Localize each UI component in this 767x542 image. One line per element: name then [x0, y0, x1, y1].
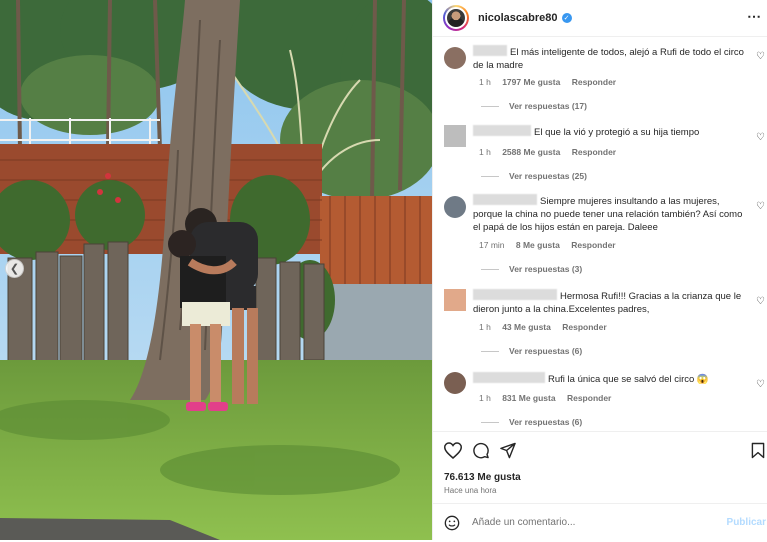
- comment-input[interactable]: [472, 515, 712, 530]
- instagram-post-view: ❮ nicolascabre80 ✓ ⋯ El más inteligente …: [0, 0, 767, 540]
- view-replies-button[interactable]: Ver respuestas (6): [481, 346, 582, 356]
- comment-like-heart-icon[interactable]: ♡: [756, 379, 765, 390]
- comment-text: Rufi la única que se salvó del circo 😱: [548, 374, 709, 385]
- post-header: nicolascabre80 ✓ ⋯: [433, 0, 767, 37]
- chevron-left-icon: ❮: [9, 263, 20, 275]
- comment-likes[interactable]: 43 Me gusta: [502, 322, 551, 332]
- commenter-avatar[interactable]: [444, 47, 466, 69]
- view-replies-label: Ver respuestas (17): [509, 101, 587, 111]
- comment-body: Rufi la única que se salvó del circo 😱: [473, 372, 748, 386]
- replies-divider: [481, 105, 499, 107]
- heart-icon[interactable]: [443, 442, 463, 464]
- commenter-name-redacted[interactable]: [473, 125, 531, 136]
- commenter-name-redacted[interactable]: [473, 372, 545, 383]
- post-timestamp: Hace una hora: [444, 486, 497, 495]
- carousel-prev-button[interactable]: ❮: [5, 259, 24, 278]
- emoji-icon[interactable]: [444, 515, 460, 536]
- view-replies-label: Ver respuestas (6): [509, 346, 583, 356]
- replies-divider: [481, 268, 499, 270]
- commenter-avatar[interactable]: [444, 289, 466, 311]
- commenter-name-redacted[interactable]: [473, 45, 507, 56]
- comment-likes[interactable]: 8 Me gusta: [516, 240, 560, 250]
- view-replies-label: Ver respuestas (6): [509, 417, 583, 427]
- comment-time: 17 min: [479, 240, 505, 250]
- comment-time: 1 h: [479, 322, 491, 332]
- comment-likes[interactable]: 2588 Me gusta: [502, 147, 560, 157]
- photo-image: [0, 0, 432, 540]
- replies-divider: [481, 350, 499, 352]
- view-replies-label: Ver respuestas (25): [509, 171, 587, 181]
- comment-reply-button[interactable]: Responder: [572, 77, 616, 87]
- post-details-panel: nicolascabre80 ✓ ⋯ El más inteligente de…: [432, 0, 767, 540]
- bookmark-icon[interactable]: [751, 442, 765, 464]
- comment-like-heart-icon[interactable]: ♡: [756, 201, 765, 212]
- post-actions: 76.613 Me gusta Hace una hora Publicar: [433, 431, 767, 541]
- avatar-image: [445, 7, 467, 29]
- comment-meta: 17 min 8 Me gusta Responder: [479, 240, 625, 250]
- comment-like-heart-icon[interactable]: ♡: [756, 296, 765, 307]
- comment-body: Siempre mujeres insultando a las mujeres…: [473, 194, 748, 234]
- comments-list[interactable]: El más inteligente de todos, alejó a Ruf…: [433, 37, 767, 431]
- comment-time: 1 h: [479, 393, 491, 403]
- comment-meta: 1 h 831 Me gusta Responder: [479, 393, 620, 403]
- add-comment-bar: Publicar: [433, 503, 767, 542]
- view-replies-label: Ver respuestas (3): [509, 264, 583, 274]
- view-replies-button[interactable]: Ver respuestas (25): [481, 171, 587, 181]
- comment-meta: 1 h 2588 Me gusta Responder: [479, 147, 625, 157]
- comment-body: El más inteligente de todos, alejó a Ruf…: [473, 45, 748, 72]
- comment-reply-button[interactable]: Responder: [572, 147, 616, 157]
- replies-divider: [481, 421, 499, 423]
- share-icon[interactable]: [499, 442, 517, 464]
- more-options-icon[interactable]: ⋯: [747, 8, 762, 25]
- publish-button[interactable]: Publicar: [727, 517, 766, 528]
- comment-body: Hermosa Rufi!!! Gracias a la crianza que…: [473, 289, 748, 316]
- comment-text: El que la vió y protegió a su hija tiemp…: [534, 127, 700, 138]
- view-replies-button[interactable]: Ver respuestas (17): [481, 101, 587, 111]
- comment-reply-button[interactable]: Responder: [562, 322, 606, 332]
- post-photo[interactable]: ❮: [0, 0, 432, 540]
- author-avatar[interactable]: [443, 5, 469, 31]
- commenter-name-redacted[interactable]: [473, 289, 557, 300]
- comment-text: El más inteligente de todos, alejó a Ruf…: [473, 47, 744, 71]
- commenter-avatar[interactable]: [444, 196, 466, 218]
- view-replies-button[interactable]: Ver respuestas (3): [481, 264, 582, 274]
- comment-body: El que la vió y protegió a su hija tiemp…: [473, 125, 748, 139]
- comment-reply-button[interactable]: Responder: [567, 393, 611, 403]
- view-replies-button[interactable]: Ver respuestas (6): [481, 417, 582, 427]
- post-likes-count[interactable]: 76.613 Me gusta: [444, 472, 521, 483]
- comment-like-heart-icon[interactable]: ♡: [756, 132, 765, 143]
- commenter-name-redacted[interactable]: [473, 194, 537, 205]
- commenter-avatar[interactable]: [444, 372, 466, 394]
- verified-badge-icon: ✓: [561, 13, 572, 23]
- comment-likes[interactable]: 1797 Me gusta: [502, 77, 560, 87]
- comment-time: 1 h: [479, 77, 491, 87]
- comment-icon[interactable]: [472, 442, 490, 464]
- comment-meta: 1 h 1797 Me gusta Responder: [479, 77, 625, 87]
- comment-reply-button[interactable]: Responder: [571, 240, 615, 250]
- commenter-avatar[interactable]: [444, 125, 466, 147]
- replies-divider: [481, 175, 499, 177]
- comment-like-heart-icon[interactable]: ♡: [756, 51, 765, 62]
- comment-time: 1 h: [479, 147, 491, 157]
- author-username[interactable]: nicolascabre80: [478, 12, 558, 24]
- comment-meta: 1 h 43 Me gusta Responder: [479, 322, 616, 332]
- comment-likes[interactable]: 831 Me gusta: [502, 393, 555, 403]
